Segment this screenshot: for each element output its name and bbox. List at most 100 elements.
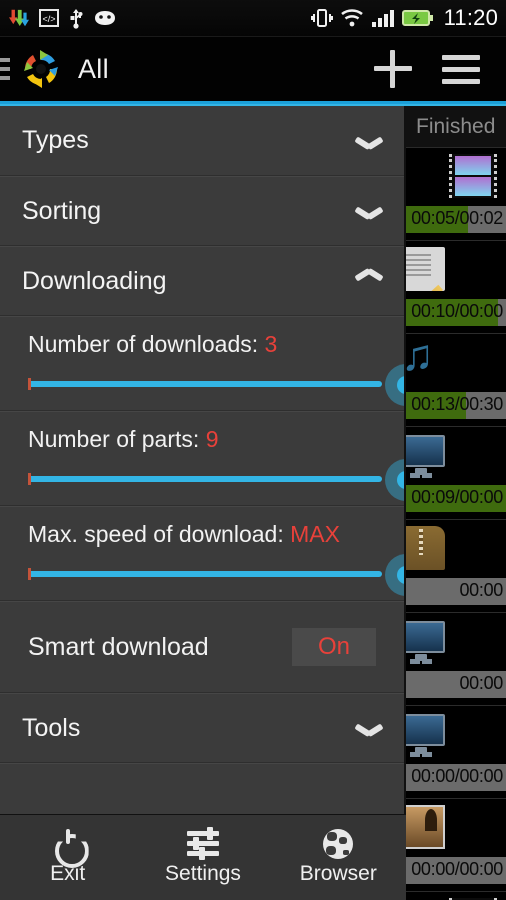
drawer-content: Types Sorting Downloading Number of down… bbox=[0, 106, 404, 900]
download-list-item[interactable]: 00:05/00:02 bbox=[406, 148, 506, 241]
status-bar-left-icons: </> bbox=[8, 7, 117, 29]
drawer-section-downloading-label: Downloading bbox=[22, 267, 167, 296]
chevron-up-icon bbox=[356, 273, 382, 289]
download-progress-bar: 00:13/00:30 bbox=[406, 392, 506, 419]
chevron-down-icon bbox=[356, 720, 382, 736]
download-list[interactable]: Finished 00:05/00:02 00:10/00:00 00:13/00:… bbox=[406, 106, 506, 900]
overflow-menu-button[interactable] bbox=[442, 55, 480, 84]
drawer-section-types-label: Types bbox=[22, 126, 89, 155]
download-list-item[interactable]: 00:09/00:00 bbox=[406, 427, 506, 520]
film-icon bbox=[449, 154, 497, 198]
download-arrows-icon bbox=[8, 7, 30, 29]
slider-track bbox=[28, 476, 382, 482]
chevron-down-icon bbox=[356, 203, 382, 219]
setting-smart-download[interactable]: Smart download On bbox=[0, 601, 404, 693]
setting-number-of-parts-label: Number of parts: 9 bbox=[28, 426, 382, 453]
globe-icon bbox=[323, 829, 353, 859]
svg-text:</>: </> bbox=[42, 14, 55, 24]
status-bar: </> bbox=[0, 0, 506, 37]
download-progress-bar: 00:05/00:02 bbox=[406, 206, 506, 233]
drawer-section-tools-label: Tools bbox=[22, 714, 80, 743]
sliders-icon bbox=[187, 829, 219, 859]
download-list-item[interactable]: 00:00/00:00 bbox=[406, 892, 506, 900]
wifi-icon bbox=[340, 8, 364, 28]
document-icon bbox=[406, 247, 445, 291]
download-progress-bar: 00:00 bbox=[406, 671, 506, 698]
signal-icon bbox=[371, 8, 395, 28]
bottom-item-settings-label: Settings bbox=[165, 862, 241, 886]
download-time-label: 00:10/00:00 bbox=[411, 301, 503, 322]
download-time-label: 00:00 bbox=[459, 580, 503, 601]
navigation-drawer: Types Sorting Downloading Number of down… bbox=[0, 106, 406, 900]
cyanogenmod-icon bbox=[93, 9, 117, 27]
status-bar-right-icons: 11:20 bbox=[311, 5, 498, 31]
monitor-icon bbox=[406, 712, 445, 756]
download-progress-bar: 00:10/00:00 bbox=[406, 299, 506, 326]
slider-downloads[interactable] bbox=[28, 358, 382, 410]
photo-icon bbox=[406, 805, 445, 849]
bottom-item-browser[interactable]: Browser bbox=[271, 829, 406, 886]
battery-charging-icon bbox=[402, 9, 434, 27]
slider-thumb[interactable] bbox=[385, 364, 404, 406]
download-time-label: 00:00/00:00 bbox=[411, 766, 503, 787]
music-icon bbox=[406, 340, 445, 384]
download-time-label: 00:09/00:00 bbox=[411, 487, 503, 508]
drawer-section-downloading[interactable]: Downloading bbox=[0, 246, 404, 316]
setting-number-of-downloads[interactable]: Number of downloads: 3 bbox=[0, 316, 404, 411]
bottom-item-browser-label: Browser bbox=[300, 862, 377, 886]
vibrate-icon bbox=[311, 7, 333, 29]
action-bar-actions bbox=[374, 50, 506, 88]
add-download-button[interactable] bbox=[374, 50, 412, 88]
setting-smart-download-label: Smart download bbox=[28, 633, 209, 662]
download-time-label: 00:00/00:00 bbox=[411, 859, 503, 880]
setting-number-of-downloads-label: Number of downloads: 3 bbox=[28, 331, 382, 358]
monitor-icon bbox=[406, 433, 445, 477]
download-list-item[interactable]: 00:00/00:00 bbox=[406, 706, 506, 799]
slider-track bbox=[28, 381, 382, 387]
drawer-section-sorting[interactable]: Sorting bbox=[0, 176, 404, 246]
download-list-item[interactable]: 00:00 bbox=[406, 613, 506, 706]
download-progress-bar: 00:09/00:00 bbox=[406, 485, 506, 512]
power-icon bbox=[53, 829, 83, 859]
bottom-toolbar: Exit Settings Browser bbox=[0, 814, 406, 900]
download-progress-bar: 00:00 bbox=[406, 578, 506, 605]
slider-parts[interactable] bbox=[28, 453, 382, 505]
setting-number-of-downloads-value: 3 bbox=[265, 331, 278, 357]
download-progress-bar: 00:00/00:00 bbox=[406, 764, 506, 791]
download-time-label: 00:05/00:02 bbox=[411, 208, 503, 229]
slider-max-speed[interactable] bbox=[28, 548, 382, 600]
drawer-section-types[interactable]: Types bbox=[0, 106, 404, 176]
slider-track bbox=[28, 571, 382, 577]
download-time-label: 00:13/00:30 bbox=[411, 394, 503, 415]
bottom-item-settings[interactable]: Settings bbox=[135, 829, 270, 886]
download-list-item[interactable]: 00:13/00:30 bbox=[406, 334, 506, 427]
drawer-toggle-icon[interactable] bbox=[0, 58, 10, 80]
setting-number-of-parts[interactable]: Number of parts: 9 bbox=[0, 411, 404, 506]
setting-max-speed-label: Max. speed of download: MAX bbox=[28, 521, 382, 548]
app-logo-icon bbox=[18, 46, 64, 92]
download-list-item[interactable]: 00:00/00:00 bbox=[406, 799, 506, 892]
setting-max-speed-value: MAX bbox=[290, 521, 340, 547]
drawer-section-tools[interactable]: Tools bbox=[0, 693, 404, 763]
monitor-icon bbox=[406, 619, 445, 663]
slider-thumb[interactable] bbox=[385, 554, 404, 596]
setting-max-speed[interactable]: Max. speed of download: MAX bbox=[0, 506, 404, 601]
download-list-rows: 00:05/00:02 00:10/00:00 00:13/00:30 00:09/0… bbox=[406, 148, 506, 900]
page-title: All bbox=[78, 54, 109, 85]
chevron-down-icon bbox=[356, 133, 382, 149]
download-list-item[interactable]: 00:10/00:00 bbox=[406, 241, 506, 334]
drawer-section-sorting-label: Sorting bbox=[22, 197, 101, 226]
download-time-label: 00:00 bbox=[459, 673, 503, 694]
download-list-header: Finished bbox=[406, 106, 506, 148]
smart-download-toggle[interactable]: On bbox=[292, 628, 376, 666]
phone-screen: </> bbox=[0, 0, 506, 900]
setting-number-of-parts-value: 9 bbox=[206, 426, 219, 452]
zip-icon bbox=[406, 526, 445, 570]
download-progress-bar: 00:00/00:00 bbox=[406, 857, 506, 884]
status-bar-clock: 11:20 bbox=[444, 5, 498, 31]
bottom-item-exit[interactable]: Exit bbox=[0, 829, 135, 886]
action-bar: All bbox=[0, 37, 506, 101]
download-list-item[interactable]: 00:00 bbox=[406, 520, 506, 613]
usb-icon bbox=[68, 7, 84, 29]
slider-thumb[interactable] bbox=[385, 459, 404, 501]
